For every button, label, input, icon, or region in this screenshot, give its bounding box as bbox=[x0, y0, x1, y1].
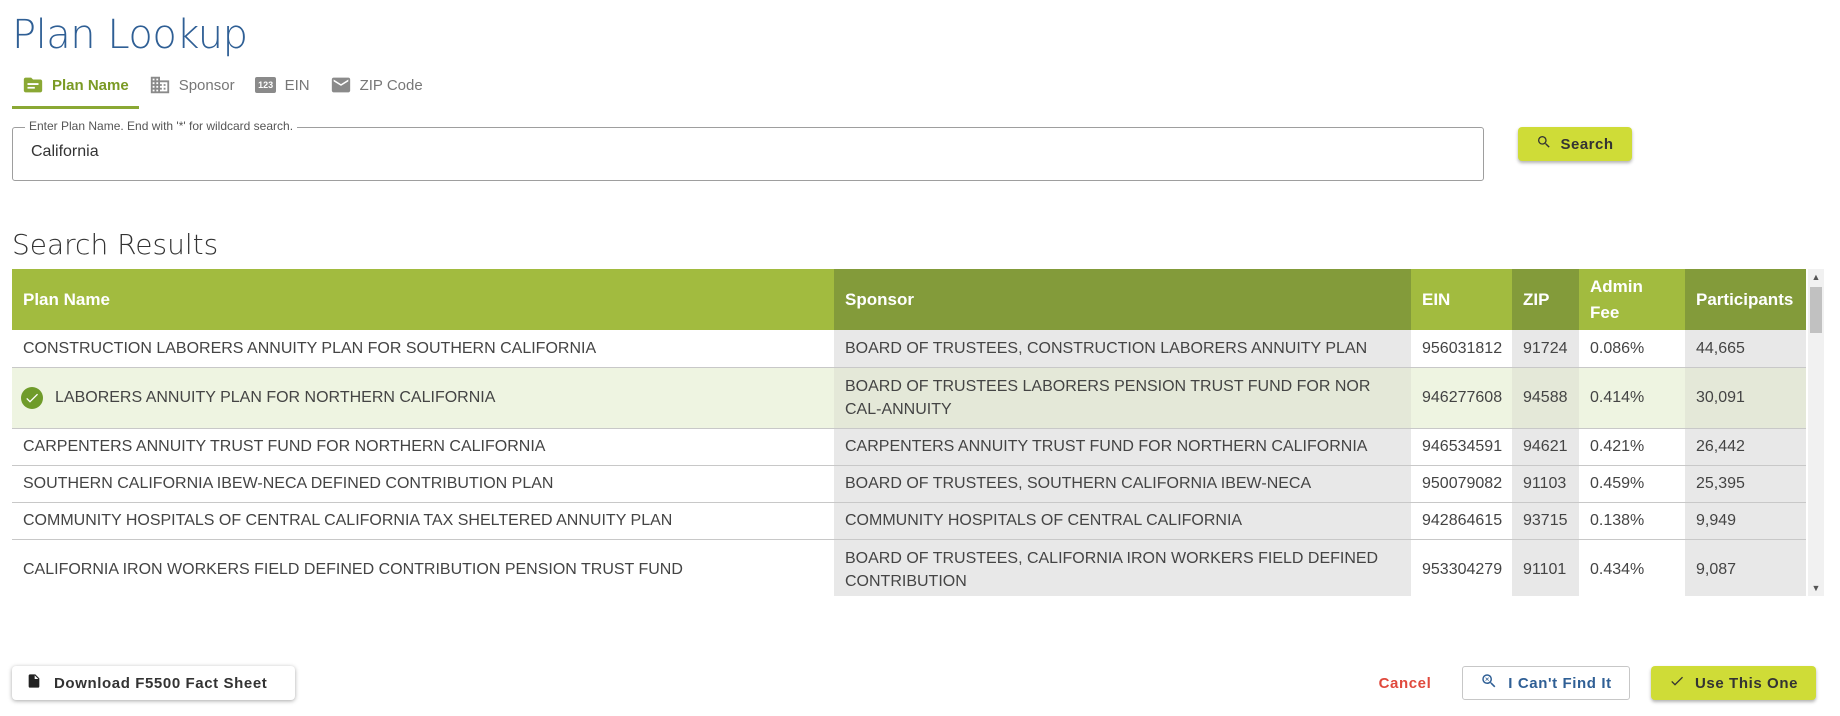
cell-ein: 953304279 bbox=[1411, 539, 1512, 596]
table-header-row: Plan Name Sponsor EIN ZIP Admin Fee Part… bbox=[12, 269, 1806, 330]
cell-sponsor: BOARD OF TRUSTEES LABORERS PENSION TRUST… bbox=[834, 367, 1411, 429]
cant-find-it-button[interactable]: I Can't Find It bbox=[1462, 666, 1630, 700]
cell-zip: 91103 bbox=[1512, 465, 1579, 503]
cell-plan-name: CONSTRUCTION LABORERS ANNUITY PLAN FOR S… bbox=[12, 330, 834, 368]
cell-zip: 91724 bbox=[1512, 330, 1579, 368]
tab-label: EIN bbox=[284, 76, 310, 94]
envelope-icon bbox=[330, 74, 352, 96]
cell-participants: 9,949 bbox=[1685, 502, 1806, 540]
table-row[interactable]: CONSTRUCTION LABORERS ANNUITY PLAN FOR S… bbox=[12, 330, 1806, 368]
table-row[interactable]: CALIFORNIA IRON WORKERS FIELD DEFINED CO… bbox=[12, 539, 1806, 596]
cell-plan-name: SOUTHERN CALIFORNIA IBEW-NECA DEFINED CO… bbox=[12, 465, 834, 503]
tab-ein[interactable]: 123 EIN bbox=[245, 64, 320, 106]
tab-zip-code[interactable]: ZIP Code bbox=[320, 64, 433, 106]
results-scrollbar[interactable]: ▲ ▼ bbox=[1808, 269, 1824, 596]
results-title: Search Results bbox=[12, 228, 219, 261]
123-icon: 123 bbox=[255, 74, 277, 96]
cell-plan-name: LABORERS ANNUITY PLAN FOR NORTHERN CALIF… bbox=[12, 367, 834, 429]
check-icon bbox=[1669, 673, 1685, 693]
cell-ein: 950079082 bbox=[1411, 465, 1512, 503]
cell-admin-fee: 0.138% bbox=[1579, 502, 1685, 540]
cell-plan-name: CALIFORNIA IRON WORKERS FIELD DEFINED CO… bbox=[12, 539, 834, 596]
scroll-down-arrow-icon[interactable]: ▼ bbox=[1808, 580, 1824, 596]
cell-sponsor: COMMUNITY HOSPITALS OF CENTRAL CALIFORNI… bbox=[834, 502, 1411, 540]
cell-ein: 942864615 bbox=[1411, 502, 1512, 540]
cell-participants: 25,395 bbox=[1685, 465, 1806, 503]
search-off-icon bbox=[1480, 672, 1498, 694]
table-row-selected[interactable]: LABORERS ANNUITY PLAN FOR NORTHERN CALIF… bbox=[12, 367, 1806, 429]
scroll-up-arrow-icon[interactable]: ▲ bbox=[1808, 269, 1824, 285]
field-legend: Enter Plan Name. End with '*' for wildca… bbox=[25, 119, 298, 133]
cell-admin-fee: 0.414% bbox=[1579, 367, 1685, 429]
cell-zip: 93715 bbox=[1512, 502, 1579, 540]
cell-zip: 94621 bbox=[1512, 428, 1579, 466]
tab-label: ZIP Code bbox=[359, 76, 423, 94]
col-header-zip[interactable]: ZIP bbox=[1512, 269, 1579, 330]
cell-participants: 44,665 bbox=[1685, 330, 1806, 368]
cell-participants: 30,091 bbox=[1685, 367, 1806, 429]
col-header-sponsor[interactable]: Sponsor bbox=[834, 269, 1411, 330]
scrollbar-thumb[interactable] bbox=[1810, 287, 1822, 333]
building-icon bbox=[149, 74, 171, 96]
cant-find-label: I Can't Find It bbox=[1508, 674, 1612, 692]
cell-plan-name-text: LABORERS ANNUITY PLAN FOR NORTHERN CALIF… bbox=[55, 389, 496, 406]
cancel-button[interactable]: Cancel bbox=[1370, 666, 1440, 700]
cell-ein: 956031812 bbox=[1411, 330, 1512, 368]
search-icon bbox=[1536, 134, 1552, 154]
col-header-ein[interactable]: EIN bbox=[1411, 269, 1512, 330]
cell-plan-name: COMMUNITY HOSPITALS OF CENTRAL CALIFORNI… bbox=[12, 502, 834, 540]
lookup-tabs: Plan Name Sponsor 123 EIN ZIP Code bbox=[12, 64, 433, 109]
tab-label: Sponsor bbox=[178, 76, 235, 94]
col-header-participants[interactable]: Participants bbox=[1685, 269, 1806, 330]
page-title: Plan Lookup bbox=[12, 12, 248, 58]
cell-participants: 26,442 bbox=[1685, 428, 1806, 466]
cell-participants: 9,087 bbox=[1685, 539, 1806, 596]
cell-plan-name: CARPENTERS ANNUITY TRUST FUND FOR NORTHE… bbox=[12, 428, 834, 466]
results-table-container: Plan Name Sponsor EIN ZIP Admin Fee Part… bbox=[12, 269, 1806, 596]
col-header-admin-fee[interactable]: Admin Fee bbox=[1579, 269, 1685, 330]
cell-admin-fee: 0.459% bbox=[1579, 465, 1685, 503]
cell-zip: 94588 bbox=[1512, 367, 1579, 429]
cell-ein: 946277608 bbox=[1411, 367, 1512, 429]
cell-sponsor: BOARD OF TRUSTEES, CONSTRUCTION LABORERS… bbox=[834, 330, 1411, 368]
use-this-one-button[interactable]: Use This One bbox=[1651, 666, 1816, 700]
file-icon bbox=[26, 672, 42, 694]
check-circle-icon bbox=[21, 386, 43, 409]
download-label: Download F5500 Fact Sheet bbox=[54, 674, 268, 692]
search-button-label: Search bbox=[1560, 135, 1614, 153]
col-header-plan-name[interactable]: Plan Name bbox=[12, 269, 834, 330]
search-button[interactable]: Search bbox=[1518, 127, 1632, 161]
plan-name-icon bbox=[22, 74, 44, 96]
plan-name-input[interactable] bbox=[29, 142, 1433, 162]
cell-sponsor: CARPENTERS ANNUITY TRUST FUND FOR NORTHE… bbox=[834, 428, 1411, 466]
use-label: Use This One bbox=[1694, 674, 1799, 692]
tab-plan-name[interactable]: Plan Name bbox=[12, 64, 139, 109]
results-table: Plan Name Sponsor EIN ZIP Admin Fee Part… bbox=[12, 269, 1806, 596]
tab-sponsor[interactable]: Sponsor bbox=[139, 64, 245, 106]
cell-zip: 91101 bbox=[1512, 539, 1579, 596]
cell-admin-fee: 0.421% bbox=[1579, 428, 1685, 466]
cell-sponsor: BOARD OF TRUSTEES, CALIFORNIA IRON WORKE… bbox=[834, 539, 1411, 596]
download-fact-sheet-button[interactable]: Download F5500 Fact Sheet bbox=[12, 666, 295, 700]
cell-ein: 946534591 bbox=[1411, 428, 1512, 466]
table-row[interactable]: SOUTHERN CALIFORNIA IBEW-NECA DEFINED CO… bbox=[12, 465, 1806, 503]
plan-name-field: Enter Plan Name. End with '*' for wildca… bbox=[12, 119, 1484, 181]
table-row[interactable]: COMMUNITY HOSPITALS OF CENTRAL CALIFORNI… bbox=[12, 502, 1806, 540]
table-row[interactable]: CARPENTERS ANNUITY TRUST FUND FOR NORTHE… bbox=[12, 428, 1806, 466]
cell-sponsor: BOARD OF TRUSTEES, SOUTHERN CALIFORNIA I… bbox=[834, 465, 1411, 503]
cell-admin-fee: 0.086% bbox=[1579, 330, 1685, 368]
cell-admin-fee: 0.434% bbox=[1579, 539, 1685, 596]
tab-label: Plan Name bbox=[52, 76, 129, 94]
